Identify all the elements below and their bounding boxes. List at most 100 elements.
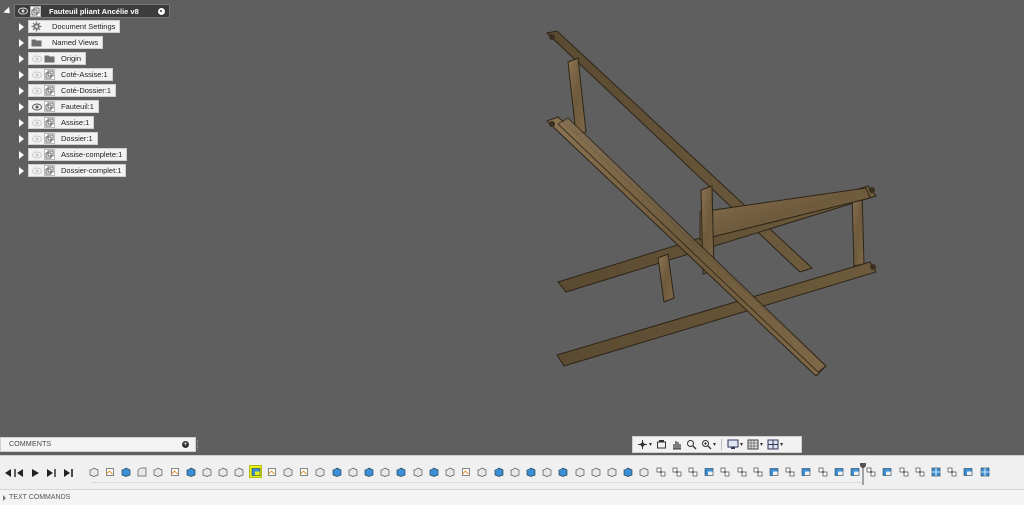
timeline-feature-move-icon[interactable]	[768, 466, 779, 477]
timeline-feature-move-icon[interactable]	[849, 466, 860, 477]
browser-node[interactable]: Dossier-complet:1	[28, 164, 127, 177]
timeline-feature-extrude-icon[interactable]	[509, 466, 520, 477]
timeline-feature-move-icon[interactable]	[963, 466, 974, 477]
timeline-feature-body-icon[interactable]	[428, 466, 439, 477]
canvas-viewport[interactable]: Fauteuil pliant Ancélie v8 Document Sett…	[0, 0, 1024, 455]
eye-hidden-icon[interactable]	[31, 165, 42, 176]
timeline-feature-joint-icon[interactable]	[947, 466, 958, 477]
browser-node[interactable]: Named Views	[28, 36, 104, 49]
zoom-icon[interactable]: ▾	[700, 438, 717, 451]
expand-arrow-icon[interactable]	[16, 132, 26, 146]
step-forward-icon[interactable]	[45, 467, 57, 479]
timeline-feature-extrude-icon[interactable]	[347, 466, 358, 477]
add-comment-icon[interactable]: +	[182, 441, 189, 448]
timeline-feature-body-icon[interactable]	[623, 466, 634, 477]
eye-hidden-icon[interactable]	[31, 117, 42, 128]
timeline-feature-body-icon[interactable]	[396, 466, 407, 477]
timeline-feature-joint-icon[interactable]	[866, 466, 877, 477]
timeline-feature-sketch-icon[interactable]	[169, 466, 180, 477]
orbit-icon[interactable]: ▾	[636, 438, 653, 451]
skip-start-icon[interactable]	[1, 467, 13, 479]
timeline-feature-sketch-icon[interactable]	[461, 466, 472, 477]
timeline-feature-joint-icon[interactable]	[655, 466, 666, 477]
timeline-feature-joint-icon[interactable]	[687, 466, 698, 477]
timeline-feature-body-icon[interactable]	[331, 466, 342, 477]
expand-arrow-icon[interactable]	[16, 164, 26, 178]
root-component[interactable]: Fauteuil pliant Ancélie v8	[14, 4, 170, 18]
timeline-feature-move-icon[interactable]	[249, 465, 262, 478]
text-commands-bar[interactable]: TEXT COMMANDS	[0, 489, 1024, 505]
timeline-feature-extrude-icon[interactable]	[234, 466, 245, 477]
collapse-arrow-icon[interactable]	[3, 4, 13, 18]
eye-hidden-icon[interactable]	[31, 149, 42, 160]
look-at-icon[interactable]	[655, 438, 668, 451]
timeline-feature-body-icon[interactable]	[120, 466, 131, 477]
timeline-feature-joint-icon[interactable]	[752, 466, 763, 477]
browser-node[interactable]: Dossier:1	[28, 132, 98, 145]
browser-node[interactable]: Coté-Assise:1	[28, 68, 113, 81]
timeline-feature-move-icon[interactable]	[833, 466, 844, 477]
timeline-feature-extrude-icon[interactable]	[477, 466, 488, 477]
panel-grip[interactable]	[197, 440, 199, 450]
browser-node[interactable]: Coté-Dossier:1	[28, 84, 117, 97]
viewports-icon[interactable]: ▾	[766, 438, 784, 451]
timeline-feature-sketch-icon[interactable]	[299, 466, 310, 477]
timeline-feature-extrude-icon[interactable]	[542, 466, 553, 477]
expand-arrow-icon[interactable]	[16, 100, 26, 114]
expand-arrow-icon[interactable]	[16, 148, 26, 162]
radio-target-icon[interactable]	[156, 6, 166, 16]
timeline-feature-body-icon[interactable]	[363, 466, 374, 477]
timeline-feature-sketch-icon[interactable]	[104, 466, 115, 477]
skip-end-icon[interactable]	[62, 467, 74, 479]
timeline-feature-joint-icon[interactable]	[736, 466, 747, 477]
expand-arrow-icon[interactable]	[16, 20, 26, 34]
timeline-feature-joint-icon[interactable]	[785, 466, 796, 477]
timeline-feature-joint-icon[interactable]	[914, 466, 925, 477]
pan-icon[interactable]	[670, 438, 683, 451]
browser-node[interactable]: Document Settings	[28, 20, 121, 33]
eye-icon[interactable]	[17, 6, 28, 17]
timeline-feature-move-icon[interactable]	[704, 466, 715, 477]
zoom-window-icon[interactable]	[685, 438, 698, 451]
eye-hidden-icon[interactable]	[31, 85, 42, 96]
expand-arrow-icon[interactable]	[3, 494, 6, 501]
eye-hidden-icon[interactable]	[31, 69, 42, 80]
timeline-feature-sketch-icon[interactable]	[266, 466, 277, 477]
browser-node[interactable]: Assise-complete:1	[28, 148, 128, 161]
step-back-icon[interactable]	[13, 467, 25, 479]
timeline-feature-extrude-icon[interactable]	[412, 466, 423, 477]
timeline-feature-extrude-icon[interactable]	[380, 466, 391, 477]
display-settings-icon[interactable]: ▾	[726, 438, 744, 451]
timeline-feature-extrude-icon[interactable]	[282, 466, 293, 477]
eye-hidden-icon[interactable]	[31, 133, 42, 144]
timeline-feature-rigid-group-icon[interactable]	[930, 466, 941, 477]
timeline-feature-fillet-icon[interactable]	[137, 466, 148, 477]
play-icon[interactable]	[29, 467, 41, 479]
timeline-feature-extrude-icon[interactable]	[574, 466, 585, 477]
expand-arrow-icon[interactable]	[16, 116, 26, 130]
timeline-feature-extrude-icon[interactable]	[218, 466, 229, 477]
browser-node[interactable]: Origin	[28, 52, 87, 65]
browser-node[interactable]: Assise:1	[28, 116, 95, 129]
expand-arrow-icon[interactable]	[16, 52, 26, 66]
timeline-feature-joint-icon[interactable]	[720, 466, 731, 477]
timeline-feature-extrude-icon[interactable]	[590, 466, 601, 477]
timeline-feature-extrude-icon[interactable]	[639, 466, 650, 477]
expand-arrow-icon[interactable]	[16, 84, 26, 98]
timeline-feature-move-icon[interactable]	[882, 466, 893, 477]
timeline-feature-body-icon[interactable]	[493, 466, 504, 477]
timeline-feature-joint-icon[interactable]	[671, 466, 682, 477]
comments-panel[interactable]: COMMENTS +	[0, 437, 199, 452]
expand-arrow-icon[interactable]	[16, 68, 26, 82]
timeline-feature-body-icon[interactable]	[558, 466, 569, 477]
timeline-feature-extrude-icon[interactable]	[606, 466, 617, 477]
timeline-feature-body-icon[interactable]	[185, 466, 196, 477]
timeline-feature-extrude-icon[interactable]	[201, 466, 212, 477]
timeline-feature-extrude-icon[interactable]	[444, 466, 455, 477]
timeline-feature-extrude-icon[interactable]	[315, 466, 326, 477]
timeline-feature-body-icon[interactable]	[525, 466, 536, 477]
eye-hidden-icon[interactable]	[31, 53, 42, 64]
timeline-feature-extrude-icon[interactable]	[88, 466, 99, 477]
grid-icon[interactable]: ▾	[746, 438, 764, 451]
expand-arrow-icon[interactable]	[16, 36, 26, 50]
